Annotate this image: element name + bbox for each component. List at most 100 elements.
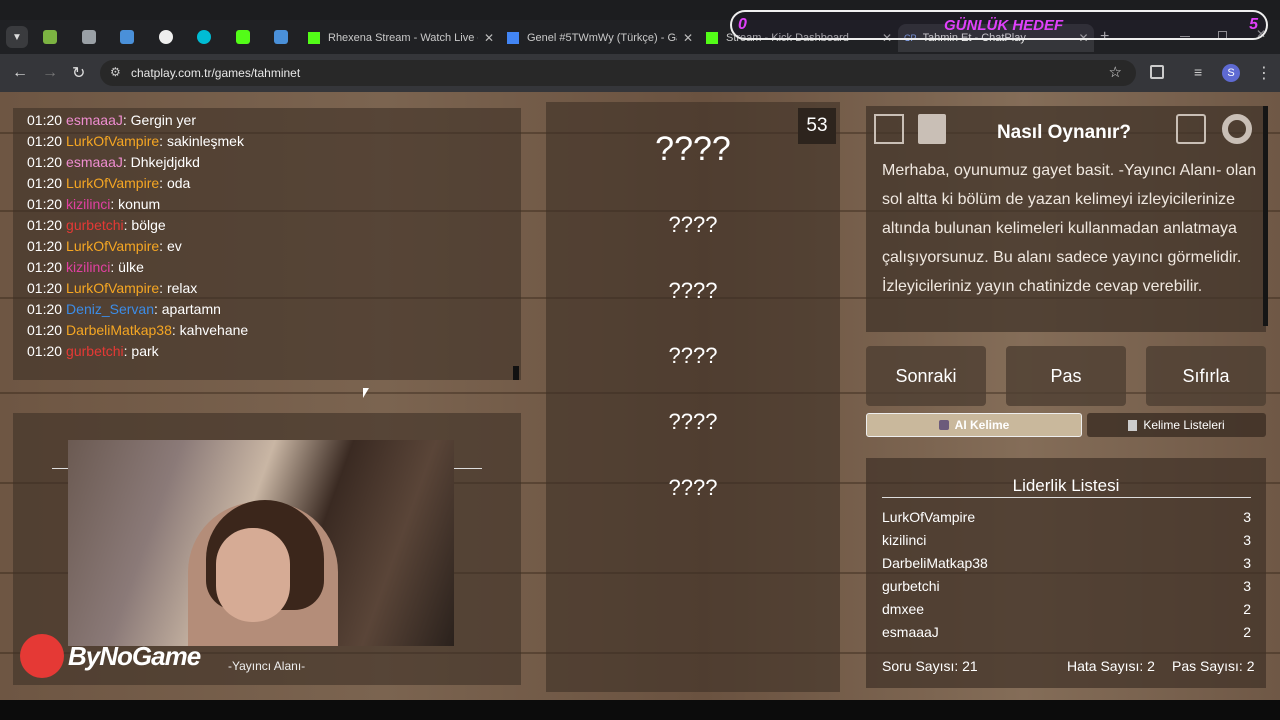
extensions-icon[interactable] (1150, 65, 1164, 79)
tab-rhexena[interactable]: Rhexena Stream - Watch Live on ✕ (308, 24, 498, 52)
leaderboard-name: esmaaaJ (882, 624, 939, 640)
pinned-tab-icon[interactable] (120, 30, 134, 44)
chat-message: 01:20 kizilinci: konum (27, 194, 507, 215)
chat-username[interactable]: LurkOfVampire (66, 133, 159, 149)
exit-icon[interactable] (1176, 114, 1206, 144)
leaderboard-name: dmxee (882, 601, 925, 617)
chat-scrollbar[interactable] (513, 366, 519, 380)
ai-word-button[interactable]: AI Kelime (866, 413, 1082, 437)
streamer-area-label: -Yayıncı Alanı- (228, 659, 306, 673)
pinned-tab-icon[interactable] (197, 30, 211, 44)
chat-text: apartamn (161, 301, 221, 317)
profile-avatar[interactable]: S (1222, 64, 1240, 82)
pinned-tab-icon[interactable] (236, 30, 250, 44)
guess-panel: 53 ???? ???? ???? ???? ???? ???? (546, 102, 840, 692)
tab-search-button[interactable]: ▼ (6, 26, 28, 48)
pinned-tab-icon[interactable] (159, 30, 173, 44)
chat-username[interactable]: gurbetchi (66, 217, 124, 233)
back-icon[interactable]: ← (12, 64, 28, 82)
tab-genel[interactable]: Genel #5TWmWy (Türkçe) - Ga ✕ (507, 24, 697, 52)
chat-separator: : (171, 322, 180, 338)
guess-main: ???? (655, 130, 731, 168)
forward-icon[interactable]: → (42, 64, 58, 82)
chat-time: 01:20 (27, 343, 63, 359)
chat-separator: : (159, 175, 167, 191)
stat-errors: Hata Sayısı: 2 (1067, 658, 1155, 674)
chat-time: 01:20 (27, 154, 63, 170)
chat-username[interactable]: kizilinci (66, 259, 110, 275)
next-button[interactable]: Sonraki (866, 346, 986, 406)
reload-icon[interactable]: ↻ (72, 63, 85, 83)
leaderboard-name: kizilinci (882, 532, 927, 548)
leaderboard-score: 3 (1243, 509, 1251, 525)
robot-icon (938, 420, 949, 430)
leaderboard-row: gurbetchi 3 (882, 578, 1251, 594)
chat-username[interactable]: Deniz_Servan (66, 301, 154, 317)
chat-username[interactable]: DarbeliMatkap38 (66, 322, 172, 338)
chat-time: 01:20 (27, 112, 63, 128)
reset-button[interactable]: Sıfırla (1146, 346, 1266, 406)
leaderboard-name: gurbetchi (882, 578, 940, 594)
chat-panel: 01:20 esmaaaJ: Gergin yer 01:20 LurkOfVampi… (13, 108, 521, 380)
pinned-tab-icon[interactable] (43, 30, 57, 44)
chat-username[interactable]: LurkOfVampire (66, 280, 159, 296)
url-box[interactable]: ⚙ chatplay.com.tr/games/tahminet ☆ (100, 60, 1136, 86)
webcam-face (216, 528, 290, 622)
chat-separator: : (159, 238, 167, 254)
pass-button[interactable]: Pas (1006, 346, 1126, 406)
chat-time: 01:20 (27, 259, 63, 275)
guess-slot: ???? (668, 278, 718, 303)
gear-icon[interactable] (1222, 114, 1252, 144)
chat-text: park (131, 343, 159, 359)
pinned-tab-icon[interactable] (82, 30, 96, 44)
chat-username[interactable]: LurkOfVampire (66, 238, 159, 254)
leaderboard-row: DarbeliMatkap38 3 (882, 555, 1251, 571)
chat-message: 01:20 LurkOfVampire: ev (27, 236, 507, 257)
chat-text: konum (118, 196, 161, 212)
chat-text: sakinleşmek (166, 133, 244, 149)
chat-time: 01:20 (27, 175, 63, 191)
mouse-cursor (363, 388, 369, 398)
chat-message: 01:20 gurbetchi: park (27, 341, 507, 362)
chat-separator: : (159, 280, 167, 296)
chat-message: 01:20 gurbetchi: bölge (27, 215, 507, 236)
close-icon[interactable]: ✕ (484, 31, 494, 45)
chat-username[interactable]: esmaaaJ (66, 112, 123, 128)
word-lists-button[interactable]: Kelime Listeleri (1087, 413, 1266, 437)
bookmark-star-icon[interactable]: ☆ (1109, 63, 1122, 81)
chat-username[interactable]: gurbetchi (66, 343, 124, 359)
chat-time: 01:20 (27, 217, 63, 233)
chat-text: oda (166, 175, 191, 191)
leaderboard-score: 2 (1243, 624, 1251, 640)
leaderboard-row: esmaaaJ 2 (882, 624, 1251, 640)
chat-message: 01:20 esmaaaJ: Gergin yer (27, 110, 507, 131)
site-info-icon[interactable]: ⚙ (110, 65, 121, 79)
close-icon[interactable]: ✕ (683, 31, 693, 45)
chat-username[interactable]: kizilinci (66, 196, 110, 212)
chat-text: kahvehane (179, 322, 249, 338)
chat-time: 01:20 (27, 196, 63, 212)
guess-slot: ???? (668, 212, 718, 237)
chat-time: 01:20 (27, 322, 63, 338)
leaderboard-score: 3 (1243, 578, 1251, 594)
chat-username[interactable]: LurkOfVampire (66, 175, 159, 191)
menu-icon[interactable]: ⋮ (1256, 63, 1272, 83)
stat-questions: Soru Sayısı: 21 (882, 658, 978, 674)
chat-time: 01:20 (27, 133, 63, 149)
bynogame-logo-icon (20, 634, 64, 678)
leaderboard-row: dmxee 2 (882, 601, 1251, 617)
chat-text: ev (166, 238, 182, 254)
leaderboard-score: 3 (1243, 555, 1251, 571)
leaderboard-divider (882, 497, 1251, 498)
stat-passes: Pas Sayısı: 2 (1172, 658, 1255, 674)
clipboard-icon (1128, 419, 1138, 431)
bottom-bar (0, 700, 1280, 720)
leaderboard-name: DarbeliMatkap38 (882, 555, 988, 571)
chat-separator: : (159, 133, 167, 149)
howto-scrollbar[interactable] (1263, 106, 1268, 326)
media-control-icon[interactable]: ≡ (1194, 64, 1202, 80)
url-text[interactable]: chatplay.com.tr/games/tahminet (131, 66, 300, 80)
pinned-tab-icon[interactable] (274, 30, 288, 44)
guess-slot: ???? (668, 475, 718, 500)
chat-username[interactable]: esmaaaJ (66, 154, 123, 170)
